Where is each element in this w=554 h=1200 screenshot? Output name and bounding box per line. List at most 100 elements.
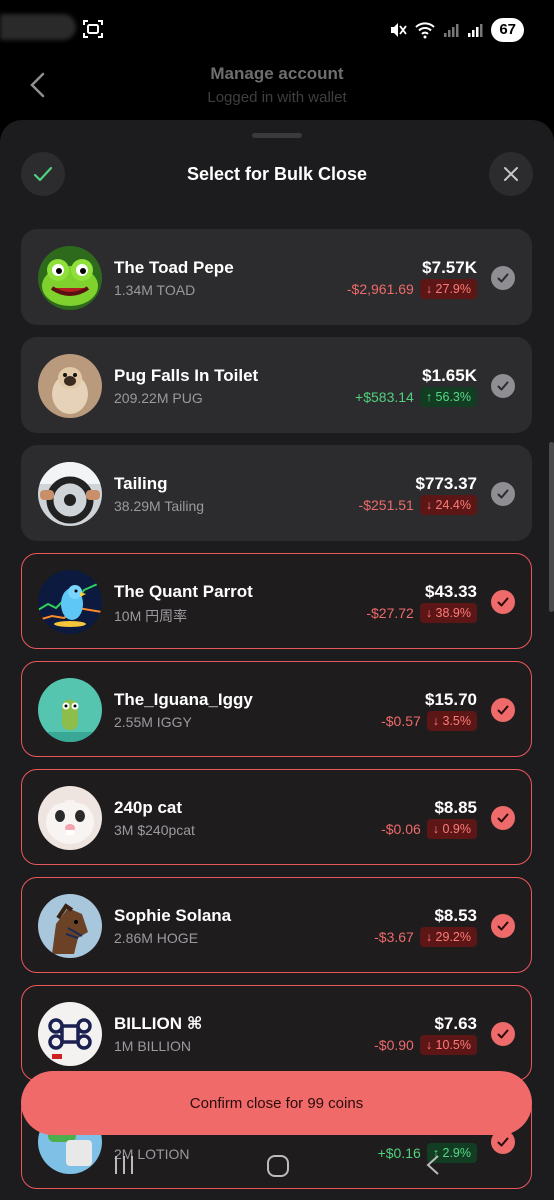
parrot-avatar xyxy=(38,570,102,634)
confirm-close-button[interactable]: Confirm close for 99 coins xyxy=(21,1071,532,1135)
checkmark-icon xyxy=(497,273,509,283)
percent-change-badge: ↓ 10.5% xyxy=(419,1035,477,1055)
pnl-group: -$0.90 ↓ 10.5% xyxy=(374,1035,477,1055)
pnl-group: -$3.67 ↓ 29.2% xyxy=(374,927,477,947)
percent-change-badge: ↓ 38.9% xyxy=(419,603,477,623)
wifi-icon xyxy=(415,22,436,39)
coin-value: $1.65K xyxy=(422,366,477,385)
coin-name: BILLION ⌘ xyxy=(114,1014,203,1033)
pnl-group: -$0.06 ↓ 0.9% xyxy=(381,819,477,839)
recents-icon[interactable] xyxy=(114,1154,134,1176)
unselected-check-icon[interactable] xyxy=(491,374,515,398)
coin-name: Pug Falls In Toilet xyxy=(114,366,259,385)
coin-amount: 2.55M IGGY xyxy=(114,714,192,730)
percent-change-badge: ↓ 3.5% xyxy=(426,711,477,731)
bulk-close-sheet: Select for Bulk Close The Toad Pepe 1.34… xyxy=(0,120,554,1200)
pnl-group: -$2,961.69 ↓ 27.9% xyxy=(347,279,477,299)
coin-value: $43.33 xyxy=(425,582,477,601)
close-icon xyxy=(504,167,518,181)
coin-pnl: -$27.72 xyxy=(366,605,414,621)
sheet-drag-handle[interactable] xyxy=(252,133,302,138)
percent-change-badge: ↓ 27.9% xyxy=(419,279,477,299)
signal-icon-2 xyxy=(468,24,483,37)
coin-amount: 10M 円周率 xyxy=(114,608,188,624)
coin-name: The Toad Pepe xyxy=(114,258,234,277)
coin-value: $773.37 xyxy=(415,474,477,493)
page-title: Manage account xyxy=(210,64,344,83)
percent-change-badge: ↓ 0.9% xyxy=(426,819,477,839)
coin-value: $7.63 xyxy=(434,1014,477,1033)
battery-indicator: 67 xyxy=(491,18,524,42)
screenshot-icon xyxy=(83,20,103,38)
selected-check-icon[interactable] xyxy=(491,698,515,722)
coin-name: 240p cat xyxy=(114,798,183,817)
coin-name: Tailing xyxy=(114,474,168,493)
pnl-group: -$0.57 ↓ 3.5% xyxy=(381,711,477,731)
pnl-group: +$583.14 ↑ 56.3% xyxy=(355,387,477,407)
system-nav-bar xyxy=(0,1140,554,1200)
coin-pnl: -$0.57 xyxy=(381,713,421,729)
toad-avatar xyxy=(38,246,102,310)
selected-check-icon[interactable] xyxy=(491,806,515,830)
coin-amount: 38.29M Tailing xyxy=(114,498,205,514)
coin-value: $8.85 xyxy=(434,798,477,817)
horse-avatar xyxy=(38,894,102,958)
coin-value: $8.53 xyxy=(434,906,477,925)
percent-change-badge: ↓ 24.4% xyxy=(419,495,477,515)
coin-name: Sophie Solana xyxy=(114,906,232,925)
back-nav-icon[interactable] xyxy=(424,1154,442,1176)
coin-row[interactable]: The_Iguana_Iggy 2.55M IGGY $15.70 -$0.57… xyxy=(21,661,532,757)
coin-pnl: +$583.14 xyxy=(355,389,414,405)
unselected-check-icon[interactable] xyxy=(491,266,515,290)
coin-amount: 1M BILLION xyxy=(114,1038,192,1054)
coin-row[interactable]: 240p cat 3M $240pcat $8.85 -$0.06 ↓ 0.9% xyxy=(21,769,532,865)
coin-pnl: -$0.90 xyxy=(374,1037,414,1053)
page-header: Manage account Logged in with wallet xyxy=(0,60,554,120)
sheet-header: Select for Bulk Close xyxy=(0,150,554,200)
page-subtitle: Logged in with wallet xyxy=(207,89,347,106)
coin-row[interactable]: Pug Falls In Toilet 209.22M PUG $1.65K +… xyxy=(21,337,532,433)
checkmark-icon xyxy=(497,1029,509,1039)
coin-amount: 3M $240pcat xyxy=(114,822,195,838)
close-button[interactable] xyxy=(489,152,533,196)
checkmark-icon xyxy=(497,705,509,715)
status-time-redacted xyxy=(0,14,76,40)
pug-avatar xyxy=(38,354,102,418)
coin-row[interactable]: The Toad Pepe 1.34M TOAD $7.57K -$2,961.… xyxy=(21,229,532,325)
pnl-group: -$27.72 ↓ 38.9% xyxy=(366,603,477,623)
coin-value: $7.57K xyxy=(422,258,477,277)
status-bar: 67 xyxy=(0,0,554,60)
signal-icon xyxy=(444,24,459,37)
coin-amount: 209.22M PUG xyxy=(114,390,203,406)
coin-row[interactable]: Sophie Solana 2.86M HOGE $8.53 -$3.67 ↓ … xyxy=(21,877,532,973)
checkmark-icon xyxy=(497,381,509,391)
coin-amount: 1.34M TOAD xyxy=(114,282,196,298)
percent-change-badge: ↑ 56.3% xyxy=(419,387,477,407)
selected-check-icon[interactable] xyxy=(491,590,515,614)
home-icon[interactable] xyxy=(266,1154,290,1178)
coin-pnl: -$0.06 xyxy=(381,821,421,837)
coin-list: The Toad Pepe 1.34M TOAD $7.57K -$2,961.… xyxy=(21,229,533,1200)
sheet-title: Select for Bulk Close xyxy=(186,164,368,184)
driver-avatar xyxy=(38,462,102,526)
selected-check-icon[interactable] xyxy=(491,1022,515,1046)
command-avatar xyxy=(38,1002,102,1066)
selected-check-icon[interactable] xyxy=(491,914,515,938)
unselected-check-icon[interactable] xyxy=(491,482,515,506)
pnl-group: -$251.51 ↓ 24.4% xyxy=(359,495,477,515)
coin-name: The_Iguana_Iggy xyxy=(114,690,253,709)
scrollbar[interactable] xyxy=(549,442,554,612)
coin-pnl: -$251.51 xyxy=(358,497,414,513)
coin-pnl: -$2,961.69 xyxy=(346,281,414,297)
checkmark-icon xyxy=(497,921,509,931)
coin-amount: 2.86M HOGE xyxy=(114,930,199,946)
coin-row[interactable]: The Quant Parrot 10M 円周率 $43.33 -$27.72 … xyxy=(21,553,532,649)
coin-name: The Quant Parrot xyxy=(114,582,253,601)
coin-value: $15.70 xyxy=(425,690,477,709)
checkmark-icon xyxy=(497,813,509,823)
percent-change-badge: ↓ 29.2% xyxy=(419,927,477,947)
coin-pnl: -$3.67 xyxy=(374,929,414,945)
coin-row[interactable]: Tailing 38.29M Tailing $773.37 -$251.51 … xyxy=(21,445,532,541)
checkmark-icon xyxy=(497,597,509,607)
coin-row[interactable]: BILLION ⌘ 1M BILLION $7.63 -$0.90 ↓ 10.5… xyxy=(21,985,532,1081)
